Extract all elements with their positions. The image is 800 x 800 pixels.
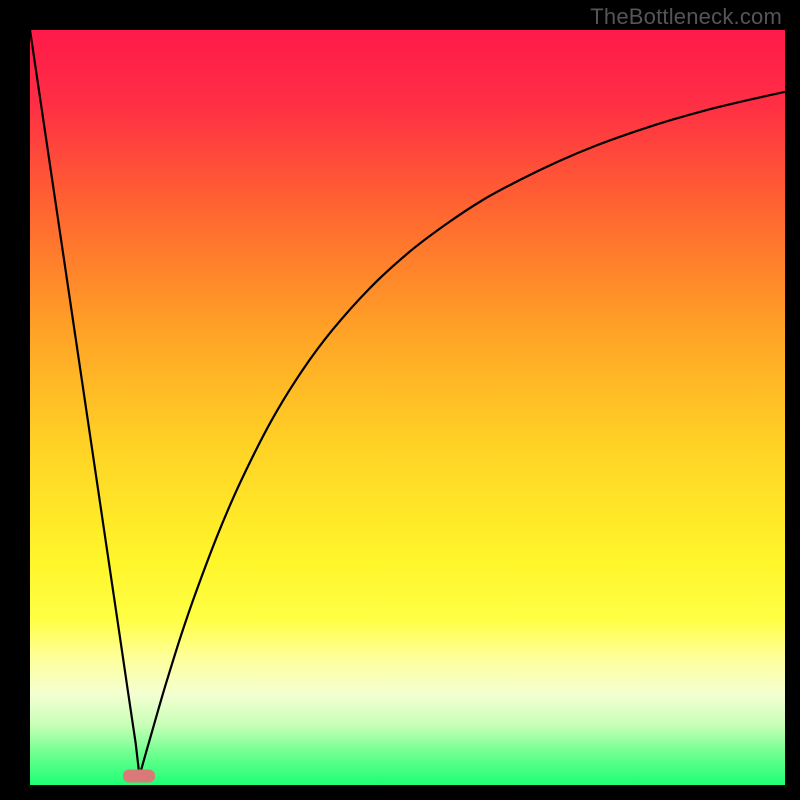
bottleneck-curve [30, 30, 785, 785]
minimum-marker [123, 769, 155, 782]
watermark-text: TheBottleneck.com [590, 4, 782, 30]
plot-area [30, 30, 785, 785]
chart-frame: TheBottleneck.com [0, 0, 800, 800]
